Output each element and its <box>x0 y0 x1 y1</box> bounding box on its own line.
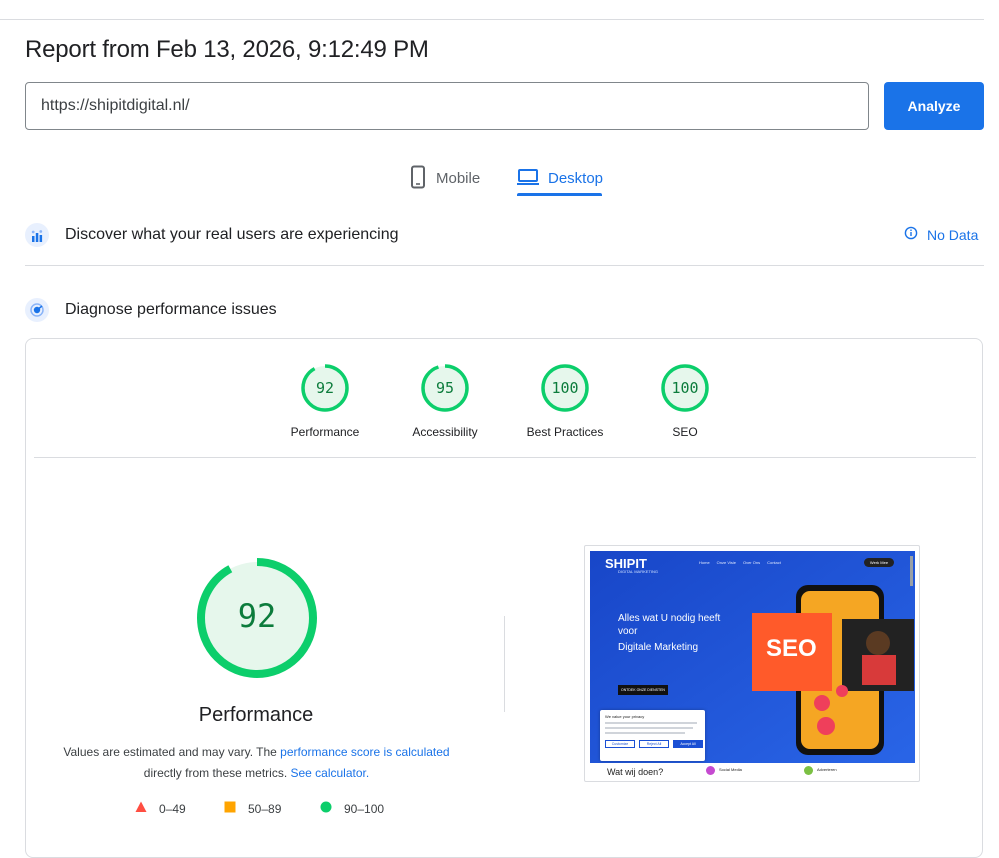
url-input[interactable] <box>25 82 869 130</box>
screenshot-service-icon <box>804 766 813 775</box>
vertical-divider <box>504 616 505 712</box>
card-divider <box>34 457 976 458</box>
screenshot-cookie-customize: Customize <box>605 740 635 748</box>
screenshot-headline-2: voor <box>618 626 638 637</box>
screenshot-brand-sub: DIGITAL MARKETING <box>618 569 659 574</box>
screenshot-nav-item: Onze Visie <box>716 560 736 565</box>
score-label-performance: Performance <box>290 425 360 439</box>
screenshot-service-icon <box>706 766 715 775</box>
score-label-accessibility: Accessibility <box>412 425 478 439</box>
screenshot-cookie-accept: Accept All <box>673 740 703 748</box>
screenshot-service-2: Adverteren <box>817 767 837 772</box>
score-label-seo: SEO <box>672 425 698 439</box>
analyze-button[interactable]: Analyze <box>884 82 984 130</box>
screenshot-bottom-text: Wat wij doen? <box>607 767 664 777</box>
report-title: Report from Feb 13, 2026, 9:12:49 PM <box>25 36 429 63</box>
score-gauge-accessibility[interactable]: 95 <box>421 364 469 412</box>
crux-chart-icon <box>25 223 49 247</box>
triangle-icon <box>135 801 147 816</box>
screenshot-hero-button: ONTDEK ONZE DIENSTEN <box>618 685 668 695</box>
top-divider <box>0 19 984 20</box>
legend-range: 50–89 <box>248 801 282 816</box>
active-tab-indicator <box>517 193 602 196</box>
legend-range: 0–49 <box>159 801 186 816</box>
screenshot-cookie-text-line <box>605 722 697 724</box>
screenshot-cookie-text-line <box>605 732 685 734</box>
score-value: 100 <box>551 379 579 397</box>
section-divider <box>25 265 984 266</box>
score-gauge-performance[interactable]: 92 <box>301 364 349 412</box>
square-icon <box>224 801 236 816</box>
laptop-icon <box>516 167 540 190</box>
screenshot-page: SHIPIT DIGITAL MARKETING Home Onze Visie… <box>590 551 915 778</box>
screenshot-cookie-text-line <box>605 727 693 729</box>
score-calculated-link[interactable]: performance score is calculated <box>280 745 449 759</box>
tab-desktop-label: Desktop <box>548 169 604 187</box>
real-users-title: Discover what your real users are experi… <box>65 226 399 243</box>
legend-pass: 90–100 <box>320 801 384 816</box>
screenshot-nav-item: Contact <box>767 560 781 565</box>
screenshot-nav: Home Onze Visie Over Ons Contact <box>699 560 781 565</box>
legend-average: 50–89 <box>224 801 281 816</box>
screenshot-seo-badge: SEO <box>766 635 817 662</box>
tab-mobile[interactable]: Mobile <box>408 160 480 196</box>
screenshot-headline-1: Alles wat U nodig heeft <box>618 613 721 624</box>
screenshot-cta: Werk Mee <box>864 558 894 567</box>
legend-fail: 0–49 <box>135 801 186 816</box>
performance-score: 92 <box>237 597 277 635</box>
screenshot-cookie-banner: We value your privacy Customize Reject A… <box>600 710 705 761</box>
diagnose-title: Diagnose performance issues <box>65 301 277 318</box>
desc-text: directly from these metrics. <box>143 766 291 780</box>
lighthouse-icon <box>25 298 49 322</box>
screenshot-cookie-reject: Reject All <box>639 740 669 748</box>
info-icon <box>904 226 918 243</box>
desc-text: Values are estimated and may vary. The <box>63 745 281 759</box>
score-value: 92 <box>315 379 335 397</box>
no-data-label: No Data <box>927 226 979 243</box>
screenshot-cookie-title: We value your privacy <box>605 714 645 719</box>
score-label-best-practices: Best Practices <box>526 425 604 439</box>
circle-icon <box>320 801 332 816</box>
smartphone-icon <box>408 165 428 192</box>
legend-range: 90–100 <box>344 801 385 816</box>
no-data-link[interactable]: No Data <box>904 226 978 243</box>
performance-description: Values are estimated and may vary. The p… <box>60 742 453 784</box>
score-value: 100 <box>671 379 699 397</box>
screenshot-nav-item: Home <box>699 560 710 565</box>
see-calculator-link[interactable]: See calculator. <box>290 766 369 780</box>
screenshot-nav-item: Over Ons <box>742 560 761 565</box>
score-gauge-seo[interactable]: 100 <box>661 364 709 412</box>
tab-desktop[interactable]: Desktop <box>516 160 603 196</box>
score-gauge-best-practices[interactable]: 100 <box>541 364 589 412</box>
tab-mobile-label: Mobile <box>436 169 481 187</box>
final-screenshot[interactable]: SHIPIT DIGITAL MARKETING Home Onze Visie… <box>584 545 920 782</box>
screenshot-service-1: Social Media <box>719 767 742 772</box>
score-value: 95 <box>435 379 455 397</box>
screenshot-headline-3: Digitale Marketing <box>618 642 699 653</box>
performance-title: Performance <box>198 704 314 726</box>
